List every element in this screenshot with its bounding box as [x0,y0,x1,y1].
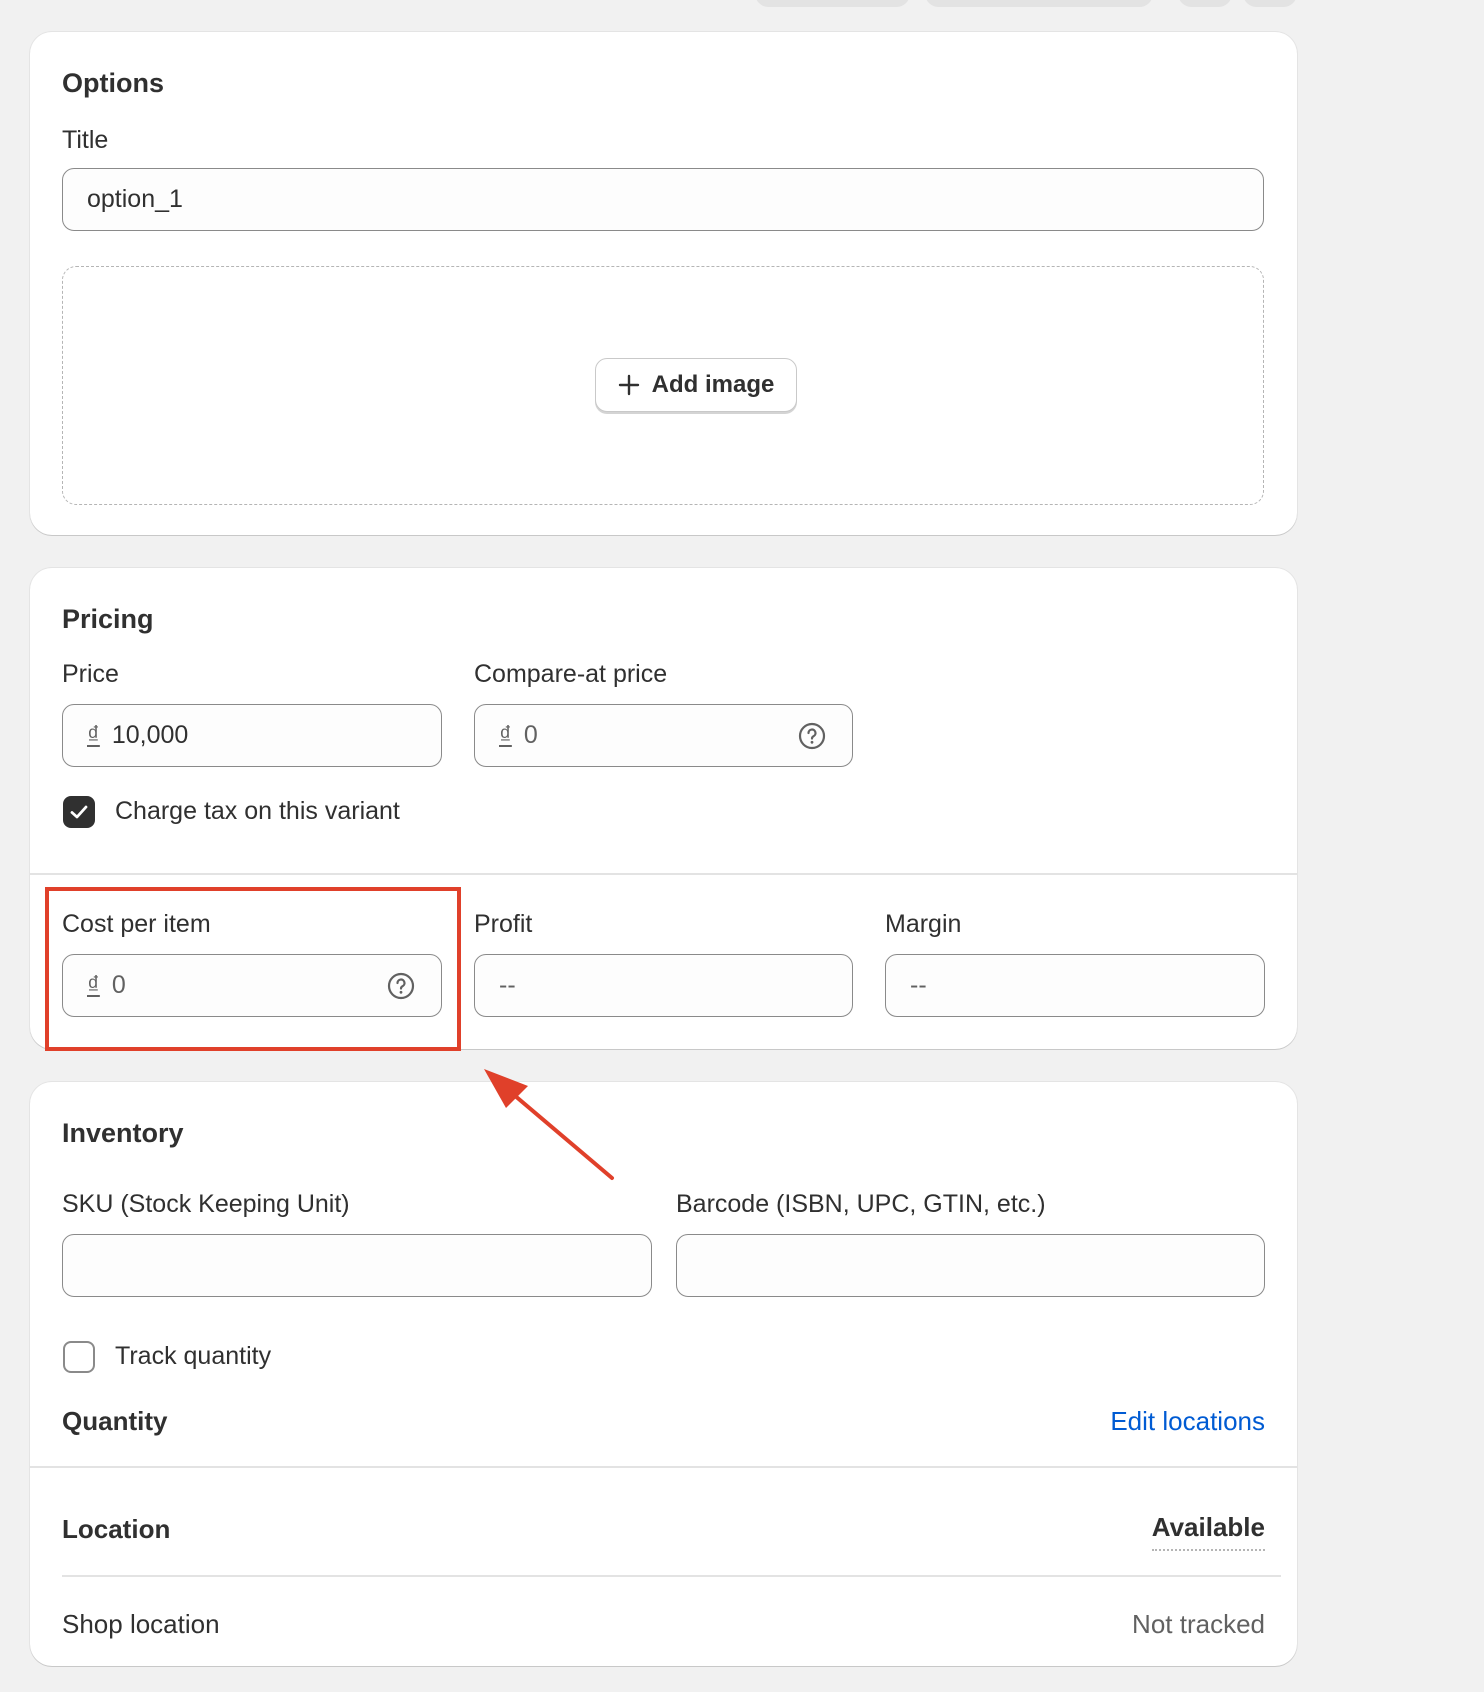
barcode-label: Barcode (ISBN, UPC, GTIN, etc.) [676,1190,1046,1218]
margin-value: -- [910,971,927,999]
sku-input[interactable] [62,1234,652,1297]
pricing-divider [30,873,1297,875]
price-currency: ₫ [87,721,100,749]
location-available-status: Not tracked [1132,1609,1265,1639]
add-image-label: Add image [651,371,775,398]
options-heading: Options [62,68,164,98]
track-quantity-checkbox[interactable] [63,1341,95,1373]
image-dropzone[interactable]: Add image [62,266,1264,505]
charge-tax-checkbox[interactable] [63,796,95,828]
compare-price-label: Compare-at price [474,660,668,688]
edit-locations-link[interactable]: Edit locations [1110,1406,1265,1437]
cost-value: 0 [111,971,126,999]
inventory-divider [30,1466,1297,1468]
help-circle-icon[interactable] [387,972,415,1000]
options-card: Options Title option_1 Add image [30,32,1297,535]
compare-price-input[interactable]: ₫ 0 [474,704,853,767]
location-column-header: Location [62,1514,171,1544]
help-circle-icon[interactable] [798,722,826,750]
location-row-divider [62,1575,1281,1577]
price-label: Price [62,660,119,688]
checkmark-icon [70,805,88,819]
title-input-value: option_1 [87,185,183,213]
toolbar-pill[interactable] [755,0,910,7]
price-value: 10,000 [111,721,189,749]
price-input[interactable]: ₫ 10,000 [62,704,442,767]
toolbar-pill[interactable] [1178,0,1232,7]
toolbar-pill[interactable] [1243,0,1297,7]
location-name: Shop location [62,1609,220,1639]
charge-tax-label[interactable]: Charge tax on this variant [115,797,400,826]
page: Options Title option_1 Add image Pricing… [0,0,1484,1692]
barcode-input[interactable] [676,1234,1265,1297]
add-image-button[interactable]: Add image [595,358,797,412]
cost-per-item-label: Cost per item [62,910,211,938]
track-quantity-label[interactable]: Track quantity [115,1342,271,1371]
quantity-heading: Quantity [62,1406,168,1436]
profit-label: Profit [474,910,533,938]
available-column-header[interactable]: Available [1151,1512,1265,1551]
pricing-heading: Pricing [62,604,154,634]
sku-label: SKU (Stock Keeping Unit) [62,1190,350,1218]
cost-currency: ₫ [87,971,100,999]
margin-label: Margin [885,910,962,938]
profit-value: -- [499,971,516,999]
margin-field: -- [885,954,1265,1017]
compare-price-value: 0 [523,721,538,749]
title-label: Title [62,126,109,154]
inventory-card: Inventory SKU (Stock Keeping Unit) Barco… [30,1082,1297,1666]
compare-price-currency: ₫ [499,721,512,749]
inventory-heading: Inventory [62,1118,184,1148]
cost-per-item-input[interactable]: ₫ 0 [62,954,442,1017]
profit-field: -- [474,954,853,1017]
title-input[interactable]: option_1 [62,168,1264,231]
pricing-card: Pricing Price ₫ 10,000 Compare-at price … [30,568,1297,1049]
plus-icon [618,374,639,396]
toolbar-pill[interactable] [925,0,1153,7]
